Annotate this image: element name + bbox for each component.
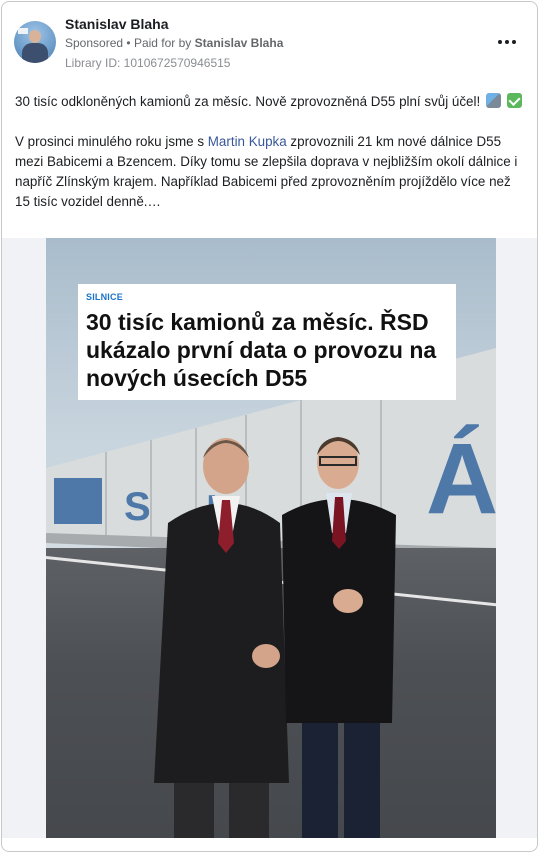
ad-image[interactable]: S L Á: [46, 238, 496, 838]
author-avatar[interactable]: [14, 21, 56, 63]
meta-separator: •: [126, 36, 131, 50]
person-right: [282, 437, 396, 838]
author-name[interactable]: Stanislav Blaha: [65, 16, 169, 32]
ad-card: Stanislav Blaha Sponsored • Paid for by …: [1, 1, 538, 852]
svg-text:Á: Á: [426, 423, 496, 535]
check-mark-emoji-icon: [506, 93, 522, 108]
post-header: Stanislav Blaha Sponsored • Paid for by …: [2, 2, 537, 82]
library-id: Library ID: 1010672570946515: [65, 56, 231, 70]
paid-for-name: Stanislav Blaha: [194, 36, 284, 50]
person-left: [154, 438, 289, 838]
mention-link[interactable]: Martin Kupka: [208, 134, 287, 149]
post-paragraph-2: V prosinci minulého roku jsme s Martin K…: [15, 132, 527, 212]
paid-for-prefix: Paid for by: [133, 36, 192, 50]
sponsored-label: Sponsored: [65, 36, 124, 50]
post-headline-text: 30 tisíc odkloněných kamionů za měsíc. N…: [15, 94, 481, 109]
post-paragraph-start: V prosinci minulého roku jsme s: [15, 134, 205, 149]
media-container: S L Á: [2, 238, 537, 838]
post-line-1: 30 tisíc odkloněných kamionů za měsíc. N…: [15, 92, 527, 112]
headline-category-tag: SILNICE: [86, 292, 123, 302]
headline-title: 30 tisíc kamionů za měsíc. ŘSD ukázalo p…: [86, 309, 437, 391]
motorway-emoji-icon: [485, 93, 501, 108]
svg-text:S: S: [124, 485, 151, 529]
sponsored-line: Sponsored • Paid for by Stanislav Blaha: [65, 36, 283, 50]
headline-overlay: SILNICE 30 tisíc kamionů za měsíc. ŘSD u…: [78, 284, 456, 400]
post-text: 30 tisíc odkloněných kamionů za měsíc. N…: [15, 92, 527, 212]
more-options-icon[interactable]: [491, 30, 523, 54]
